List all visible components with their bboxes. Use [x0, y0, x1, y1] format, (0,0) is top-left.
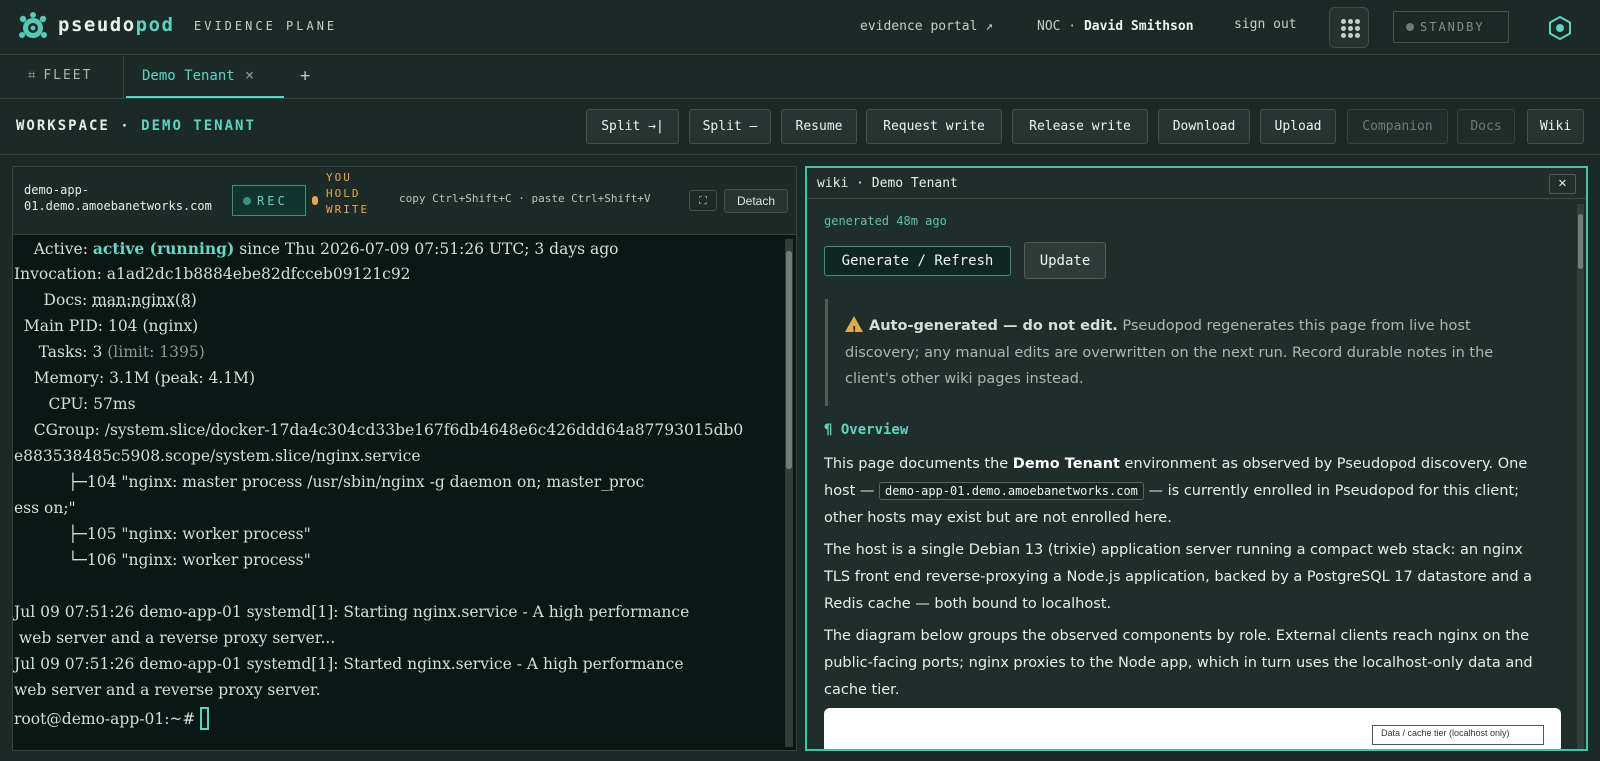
generated-timestamp: generated 48m ago — [824, 214, 947, 228]
tab-bar: ⌗ FLEET Demo Tenant × + — [0, 56, 1600, 99]
terminal-line: Active: active (running) since Thu 2026-… — [14, 239, 619, 258]
request-write-button[interactable]: Request write — [866, 109, 1002, 144]
user-name: David Smithson — [1083, 19, 1194, 34]
tab-demo-tenant[interactable]: Demo Tenant × — [126, 56, 284, 98]
terminal-line: Jul 09 07:51:26 demo-app-01 systemd[1]: … — [14, 655, 684, 673]
terminal-cursor — [200, 707, 210, 730]
brand-name: pseudopod — [58, 14, 174, 36]
rec-led-icon — [243, 197, 251, 205]
terminal-line: Tasks: 3 (limit: 1395) — [14, 343, 205, 361]
terminal-line: ├─105 "nginx: worker process" — [14, 525, 311, 543]
overview-paragraph-2: The host is a single Debian 13 (trixie) … — [824, 542, 1533, 612]
wiki-button[interactable]: Wiki — [1527, 109, 1584, 144]
terminal-line: └─106 "nginx: worker process" — [14, 551, 311, 569]
tab-demo-tenant-label: Demo Tenant — [142, 68, 235, 84]
terminal-header: demo-app-01.demo.amoebanetworks.com REC … — [13, 167, 796, 235]
terminal-line: Docs: man:nginx(8) — [14, 291, 197, 309]
terminal-line: CPU: 57ms — [14, 395, 136, 413]
apps-grid-button[interactable] — [1329, 7, 1369, 48]
terminal-prompt-line[interactable]: root@demo-app-01:~# — [14, 707, 210, 730]
write-lock-led-icon — [312, 196, 318, 205]
tab-fleet-label: FLEET — [43, 68, 93, 83]
wiki-title: wiki · Demo Tenant — [817, 176, 958, 191]
terminal-line: Main PID: 104 (nginx) — [14, 317, 199, 335]
user-role: NOC · — [1037, 19, 1077, 34]
docs-man-link[interactable]: man:nginx(8) — [92, 291, 197, 309]
terminal-line: web server and a reverse proxy server... — [14, 629, 336, 647]
app-subtitle: EVIDENCE PLANE — [194, 19, 338, 33]
wiki-header: wiki · Demo Tenant ✕ — [807, 168, 1586, 199]
wiki-scrollbar[interactable] — [1577, 204, 1584, 749]
workspace-tenant: DEMO TENANT — [141, 118, 256, 134]
diagram-data-tier-box: Data / cache tier (localhost only) — [1372, 725, 1544, 745]
shell-prompt: root@demo-app-01:~# — [14, 710, 201, 728]
terminal-scrollbar[interactable] — [785, 239, 793, 747]
copy-paste-hint: copy Ctrl+Shift+C · paste Ctrl+Shift+V — [399, 192, 651, 205]
close-tab-icon[interactable]: × — [245, 66, 254, 84]
section-heading-overview[interactable]: ¶ Overview — [824, 422, 908, 438]
split-vertical-button[interactable]: Split →| — [586, 109, 679, 144]
workspace-toolbar: WORKSPACE · DEMO TENANT Split →| Split —… — [0, 100, 1600, 155]
tab-fleet[interactable]: ⌗ FLEET — [28, 68, 92, 83]
tab-divider — [123, 56, 124, 99]
standby-label: STANDBY — [1420, 20, 1485, 34]
split-horizontal-button[interactable]: Split — — [689, 109, 771, 144]
resume-button[interactable]: Resume — [781, 109, 857, 144]
evidence-portal-link[interactable]: evidence portal ↗ — [860, 19, 993, 34]
sign-out-link[interactable]: sign out — [1234, 17, 1297, 32]
terminal-panel: demo-app-01.demo.amoebanetworks.com REC … — [12, 166, 797, 751]
workspace-title-prefix: WORKSPACE · — [16, 118, 131, 134]
top-bar: pseudopod EVIDENCE PLANE evidence portal… — [0, 0, 1600, 55]
pseudopod-logo-icon[interactable] — [18, 11, 48, 43]
upload-button[interactable]: Upload — [1260, 109, 1336, 144]
overview-paragraph-3: The diagram below groups the observed co… — [824, 628, 1533, 698]
host-code: demo-app-01.demo.amoebanetworks.com — [879, 482, 1144, 500]
user-info: NOC · David Smithson — [1037, 19, 1194, 34]
standby-status-button[interactable]: STANDBY — [1393, 11, 1509, 43]
terminal-line: e883538485c5908.scope/system.slice/nginx… — [14, 447, 421, 465]
write-lock-label: YOU HOLD WRITE — [326, 171, 370, 216]
docs-button[interactable]: Docs — [1457, 109, 1515, 144]
terminal-line: ess on;" — [14, 499, 76, 517]
auto-generated-notice: Auto-generated — do not edit. Pseudopod … — [825, 299, 1525, 406]
active-state: active (running) — [92, 239, 235, 258]
detach-button[interactable]: Detach — [724, 189, 788, 213]
download-button[interactable]: Download — [1158, 109, 1250, 144]
terminal-line: CGroup: /system.slice/docker-17da4c304cd… — [14, 421, 744, 439]
overview-paragraph-1: This page documents the Demo Tenant envi… — [824, 456, 1528, 526]
workspace-title: WORKSPACE · DEMO TENANT — [16, 118, 256, 134]
terminal-scrollbar-thumb[interactable] — [786, 251, 792, 469]
terminal-line: ├─104 "nginx: master process /usr/sbin/n… — [14, 473, 645, 491]
fleet-icon: ⌗ — [28, 68, 36, 83]
release-write-button[interactable]: Release write — [1012, 109, 1148, 144]
generate-refresh-button[interactable]: Generate / Refresh — [824, 246, 1011, 276]
terminal-output[interactable]: Active: active (running) since Thu 2026-… — [13, 236, 781, 746]
warning-icon — [845, 316, 863, 345]
wiki-panel: wiki · Demo Tenant ✕ generated 48m ago G… — [805, 166, 1588, 751]
add-tab-button[interactable]: + — [300, 66, 310, 86]
rec-label: REC — [257, 194, 288, 208]
standby-led-icon — [1406, 23, 1414, 31]
terminal-line: Jul 09 07:51:26 demo-app-01 systemd[1]: … — [14, 603, 690, 621]
fullscreen-icon[interactable]: ⛶ — [689, 190, 717, 211]
close-icon[interactable]: ✕ — [1549, 174, 1576, 194]
brand-suffix: pod — [135, 14, 175, 36]
brand-prefix: pseudo — [58, 14, 136, 36]
notice-heading: Auto-generated — do not edit. — [869, 318, 1118, 334]
wiki-scrollbar-thumb[interactable] — [1578, 214, 1583, 269]
hexagon-icon[interactable] — [1548, 16, 1572, 40]
rec-indicator[interactable]: REC — [232, 185, 306, 216]
terminal-line: Invocation: a1ad2dc1b8884ebe82dfcceb0912… — [14, 265, 411, 283]
terminal-line: Memory: 3.1M (peak: 4.1M) — [14, 369, 256, 387]
update-button[interactable]: Update — [1024, 242, 1106, 279]
architecture-diagram: Data / cache tier (localhost only) — [824, 708, 1561, 749]
companion-button[interactable]: Companion — [1347, 109, 1448, 144]
terminal-hostname: demo-app-01.demo.amoebanetworks.com — [24, 183, 212, 213]
terminal-line: web server and a reverse proxy server. — [14, 681, 321, 699]
